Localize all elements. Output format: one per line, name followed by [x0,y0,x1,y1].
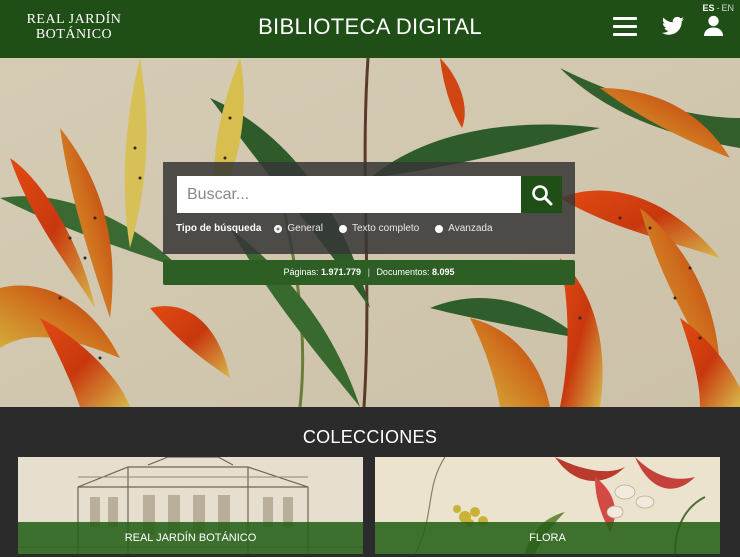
pages-label: Páginas: [283,267,319,277]
collection-label: FLORA [375,522,720,554]
collections-title: COLECCIONES [302,427,438,447]
radio-general-button[interactable] [274,224,283,233]
radio-texto-completo[interactable]: Texto completo [338,223,420,234]
logo-line-1: REAL JARDÍN [26,12,122,27]
menu-icon[interactable] [613,17,637,37]
search-type-label: Tipo de búsqueda [176,223,262,234]
radio-general-label: General [287,223,323,234]
pages-count: 1.971.779 [321,267,362,277]
stats-separator: | [367,267,370,277]
radio-avanzada-label: Avanzada [448,223,493,234]
search-input[interactable] [177,176,521,213]
radio-avanzada[interactable]: Avanzada [435,223,493,234]
stats-bar: Páginas: 1.971.779 | Documentos: 8.095 [163,260,575,285]
radio-general[interactable]: General [274,223,323,234]
documents-count: 8.095 [431,267,455,277]
site-logo[interactable]: REAL JARDÍN BOTÁNICO [18,12,130,42]
search-panel: Tipo de búsqueda General Texto completo … [163,162,575,254]
lang-en-link[interactable]: EN [721,3,734,13]
user-icon[interactable] [704,15,723,37]
documents-label: Documentos: [376,267,430,277]
collection-card-flora[interactable]: FLORA [375,457,720,554]
lang-es-link[interactable]: ES [702,3,714,13]
collection-label: REAL JARDÍN BOTÁNICO [18,522,363,554]
twitter-icon[interactable] [662,16,684,36]
radio-texto-completo-label: Texto completo [351,223,420,234]
radio-texto-completo-button[interactable] [338,224,347,233]
hero-banner: Tipo de búsqueda General Texto completo … [0,58,740,407]
search-button[interactable] [521,176,562,213]
logo-line-2: BOTÁNICO [35,27,113,42]
top-header: REAL JARDÍN BOTÁNICO BIBLIOTECA DIGITAL … [0,0,740,58]
language-switcher: ES - EN [702,3,734,13]
collection-card-real-jardin-botanico[interactable]: REAL JARDÍN BOTÁNICO [18,457,363,554]
search-type-row: Tipo de búsqueda General Texto completo … [176,223,509,234]
collections-section: COLECCIONES REAL JARDÍN BOTÁNICO FLORA [0,407,740,557]
page-title: BIBLIOTECA DIGITAL [258,14,482,39]
radio-avanzada-button[interactable] [435,224,444,233]
search-icon [531,184,552,205]
lang-separator: - [716,3,720,13]
